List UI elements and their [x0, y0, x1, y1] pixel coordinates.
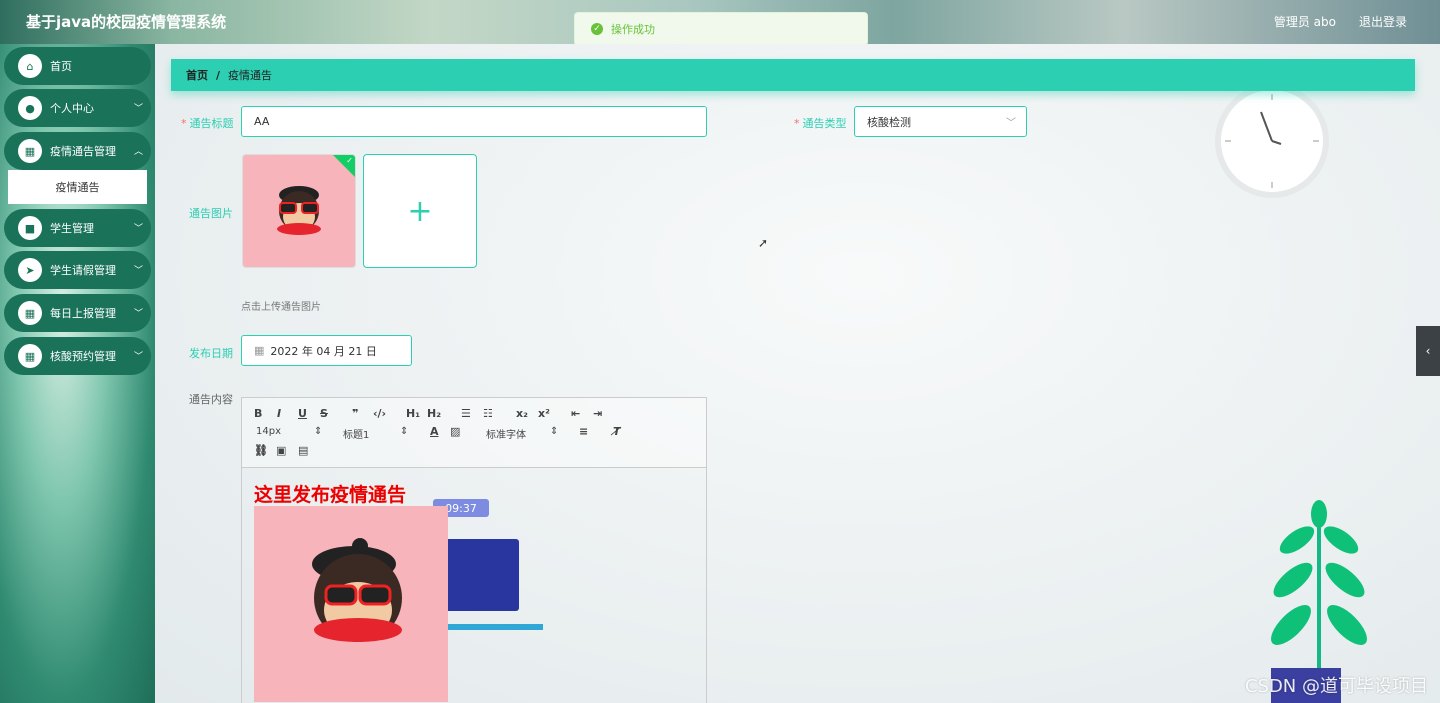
chevron-updown-icon: ⇕	[550, 426, 559, 437]
sidebar-item-leave[interactable]: ➤ 学生请假管理 ﹀	[4, 251, 151, 289]
chevron-down-icon: ﹀	[133, 104, 143, 114]
home-icon: ⌂	[18, 54, 42, 78]
grid-icon: ▦	[18, 344, 42, 368]
monkey-avatar-image	[312, 538, 402, 642]
rich-text-editor[interactable]: B I U S ❞ ‹/› H₁ H₂ ☰ ☷ x₂ x² ⇤ ⇥ 14px ⇕…	[241, 397, 707, 703]
success-icon: ✓	[591, 23, 603, 35]
sidebar-item-notice[interactable]: ▦ 疫情通告管理 ︿	[4, 132, 151, 170]
breadcrumb: 首页 / 疫情通告	[171, 59, 1415, 91]
type-select-value: 核酸检测	[867, 115, 911, 129]
watermark: CSDN @道可毕设项目	[1244, 676, 1428, 697]
chevron-down-icon: ﹀	[1006, 118, 1016, 129]
date-label: 发布日期	[189, 347, 233, 360]
send-icon: ➤	[18, 258, 42, 282]
h2-icon[interactable]: H₂	[427, 407, 441, 420]
main-content: 首页 / 疫情通告 * 通告标题 AA * 通告类型 核酸检测 ﹀ 通告图片 ✓ +…	[155, 44, 1440, 703]
quote-icon[interactable]: ❞	[352, 407, 358, 420]
font-family-select[interactable]: 标准字体	[486, 426, 526, 441]
breadcrumb-separator: /	[216, 68, 221, 82]
sidebar-item-home[interactable]: ⌂ 首页	[4, 47, 151, 85]
code-icon[interactable]: ‹/›	[373, 407, 386, 420]
uploaded-image[interactable]: ✓	[242, 154, 356, 268]
chevron-down-icon: ﹀	[133, 266, 143, 276]
grid-icon: ▦	[18, 139, 42, 163]
breadcrumb-home[interactable]: 首页	[186, 67, 208, 83]
chevron-updown-icon: ⇕	[314, 426, 323, 437]
type-label: * 通告类型	[794, 117, 847, 130]
outdent-icon[interactable]: ⇤	[571, 407, 580, 420]
editor-content-image	[254, 506, 448, 702]
link-icon[interactable]: ⛓	[254, 444, 268, 457]
submenu-item-notice[interactable]: 疫情通告	[8, 170, 147, 204]
date-picker[interactable]: ▦ 2022 年 04 月 21 日	[241, 335, 412, 366]
chevron-up-icon: ︿	[133, 147, 143, 157]
sidebar-item-students[interactable]: ■ 学生管理 ﹀	[4, 209, 151, 247]
sidebar-item-daily-report[interactable]: ▦ 每日上报管理 ﹀	[4, 294, 151, 332]
strikethrough-icon[interactable]: S	[320, 407, 328, 420]
toast-message: 操作成功	[611, 23, 655, 36]
editor-content-title: 这里发布疫情通告	[254, 484, 407, 506]
sidebar-item-label: 个人中心	[50, 102, 94, 115]
chevron-updown-icon: ⇕	[400, 426, 409, 437]
image-icon[interactable]: ▣	[276, 444, 286, 457]
title-input[interactable]: AA	[241, 106, 707, 137]
sidebar-item-nucleic[interactable]: ▦ 核酸预约管理 ﹀	[4, 337, 151, 375]
folder-icon: ■	[18, 216, 42, 240]
indent-icon[interactable]: ⇥	[593, 407, 602, 420]
success-check-icon: ✓	[333, 155, 355, 177]
h1-icon[interactable]: H₁	[406, 407, 420, 420]
sidebar-item-profile[interactable]: ● 个人中心 ﹀	[4, 89, 151, 127]
image-upload-hint: 点击上传通告图片	[241, 302, 321, 313]
grid-icon: ▦	[18, 301, 42, 325]
logout-button[interactable]: 退出登录	[1359, 13, 1407, 30]
mouse-cursor-icon: ➚	[758, 236, 769, 250]
sidebar-item-label: 学生管理	[50, 222, 94, 235]
heading-select[interactable]: 标题1	[343, 426, 369, 441]
content-label: 通告内容	[189, 393, 233, 406]
plant-illustration	[1271, 500, 1367, 675]
clear-format-icon[interactable]: T̸	[613, 425, 621, 438]
type-select[interactable]: 核酸检测 ﹀	[854, 106, 1027, 137]
italic-icon[interactable]: I	[277, 407, 281, 420]
calendar-icon: ▦	[254, 344, 265, 357]
sidebar-item-label: 学生请假管理	[50, 264, 116, 277]
user-icon: ●	[18, 96, 42, 120]
background-color-icon[interactable]: ▨	[450, 425, 460, 438]
image-upload-button[interactable]: +	[363, 154, 477, 268]
font-color-icon[interactable]: A	[430, 425, 439, 438]
date-value: 2022 年 04 月 21 日	[270, 344, 377, 358]
chevron-down-icon: ﹀	[133, 352, 143, 362]
image-label: 通告图片	[189, 207, 233, 220]
subscript-icon[interactable]: x₂	[516, 407, 528, 420]
sidebar: ⌂ 首页 ● 个人中心 ﹀ ▦ 疫情通告管理 ︿ 疫情通告 ■ 学生管理 ﹀ ➤…	[0, 44, 155, 703]
align-icon[interactable]: ≡	[579, 425, 588, 438]
ordered-list-icon[interactable]: ☰	[461, 407, 471, 420]
clock-illustration	[1215, 84, 1329, 198]
font-size-select[interactable]: 14px	[256, 426, 281, 437]
video-icon[interactable]: ▤	[298, 444, 308, 457]
chevron-left-icon[interactable]: ‹	[1416, 326, 1440, 376]
superscript-icon[interactable]: x²	[538, 407, 550, 420]
underline-icon[interactable]: U	[298, 407, 307, 420]
bold-icon[interactable]: B	[254, 407, 262, 420]
chevron-down-icon: ﹀	[133, 309, 143, 319]
sidebar-item-label: 首页	[50, 60, 72, 73]
sidebar-item-label: 核酸预约管理	[50, 350, 116, 363]
chevron-down-icon: ﹀	[133, 224, 143, 234]
bullet-list-icon[interactable]: ☷	[483, 407, 493, 420]
app-title: 基于java的校园疫情管理系统	[26, 13, 227, 31]
title-label: * 通告标题	[181, 117, 234, 130]
editor-toolbar: B I U S ❞ ‹/› H₁ H₂ ☰ ☷ x₂ x² ⇤ ⇥ 14px ⇕…	[242, 398, 706, 468]
current-user: 管理员 abo	[1273, 15, 1336, 29]
sidebar-item-label: 每日上报管理	[50, 307, 116, 320]
plus-icon: +	[407, 193, 433, 229]
sidebar-item-label: 疫情通告管理	[50, 145, 116, 158]
breadcrumb-current: 疫情通告	[228, 69, 273, 82]
success-toast: ✓ 操作成功	[574, 12, 868, 46]
